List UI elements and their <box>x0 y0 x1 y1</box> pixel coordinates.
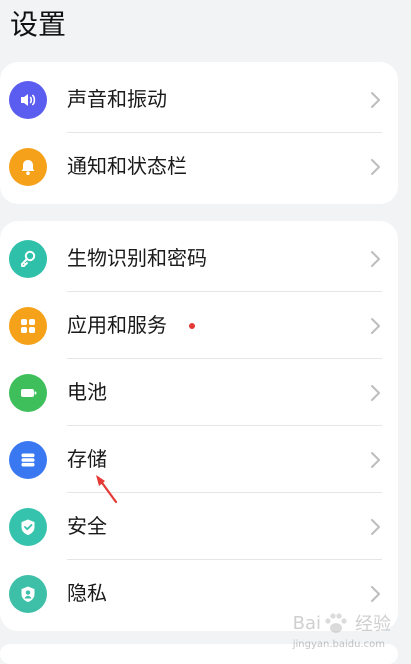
battery-icon <box>9 374 47 412</box>
storage-icon <box>9 441 47 479</box>
settings-item-notifications-status-bar[interactable]: 通知和状态栏 <box>0 133 398 200</box>
apps-icon <box>9 307 47 345</box>
chevron-right-icon <box>371 519 380 535</box>
settings-group-2: 生物识别和密码 应用和服务 电池 存储 安全 隐私 <box>0 221 398 631</box>
settings-item-security[interactable]: 安全 <box>0 493 398 560</box>
settings-item-battery[interactable]: 电池 <box>0 359 398 426</box>
chevron-right-icon <box>371 385 380 401</box>
chevron-right-icon <box>371 452 380 468</box>
chevron-right-icon <box>371 251 380 267</box>
page-title: 设置 <box>10 8 67 41</box>
notification-badge-dot <box>189 323 195 329</box>
settings-item-apps-services[interactable]: 应用和服务 <box>0 292 398 359</box>
settings-item-sound-vibration[interactable]: 声音和振动 <box>0 66 398 133</box>
settings-item-storage[interactable]: 存储 <box>0 426 398 493</box>
settings-item-label: 声音和振动 <box>67 87 167 111</box>
key-icon <box>9 240 47 278</box>
settings-item-label: 隐私 <box>67 581 107 605</box>
settings-item-label: 应用和服务 <box>67 313 167 337</box>
settings-group-1: 声音和振动 通知和状态栏 <box>0 62 398 204</box>
watermark-suffix: 经验 <box>355 614 391 635</box>
paw-icon <box>325 613 347 633</box>
annotation-arrow-icon <box>96 475 118 504</box>
settings-item-biometrics-password[interactable]: 生物识别和密码 <box>0 225 398 292</box>
watermark-domain: jingyan.baidu.com <box>292 639 385 650</box>
settings-item-label: 生物识别和密码 <box>67 246 207 270</box>
watermark-brand: Bai <box>292 612 321 634</box>
bell-icon <box>9 148 47 186</box>
settings-item-label: 电池 <box>67 380 107 404</box>
shield-icon <box>9 508 47 546</box>
watermark: Bai 经验 <box>291 610 391 636</box>
chevron-right-icon <box>371 586 380 602</box>
privacy-icon <box>9 575 47 613</box>
speaker-icon <box>9 81 47 119</box>
chevron-right-icon <box>371 318 380 334</box>
chevron-right-icon <box>371 92 380 108</box>
chevron-right-icon <box>371 159 380 175</box>
settings-item-label: 通知和状态栏 <box>67 154 187 178</box>
